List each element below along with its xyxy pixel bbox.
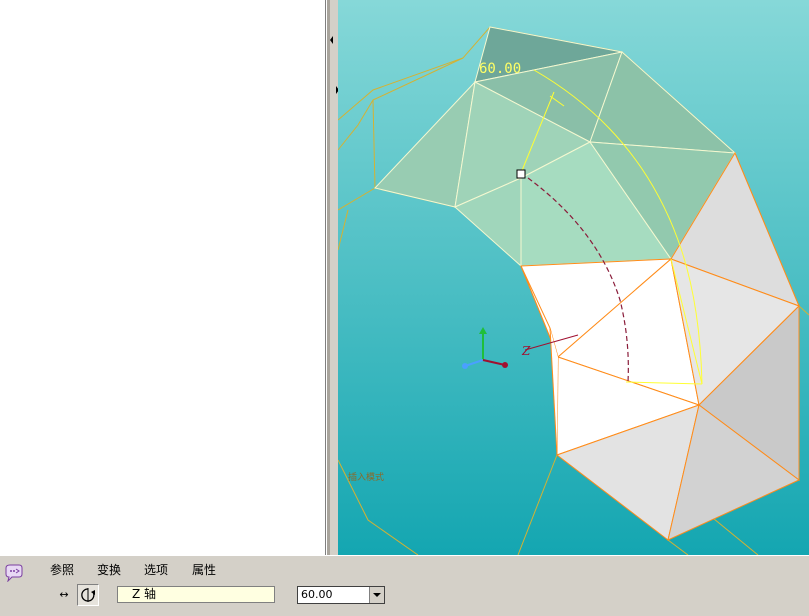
dashboard-toolbar: 参照 变换 选项 属性 ↔ Z 轴 60.00 [0,555,809,616]
model-tree-panel[interactable] [0,0,326,555]
tab-properties[interactable]: 属性 [192,561,216,578]
angle-value-dropdown[interactable]: 60.00 [297,586,385,604]
chevron-down-icon[interactable] [369,587,384,603]
graphics-viewport[interactable]: 60.00 Z 插入模式 [338,0,809,555]
dashboard-message-icon[interactable] [4,564,24,583]
tab-references[interactable]: 参照 [50,561,74,578]
mode-watermark: 插入模式 [348,471,384,483]
viewport-canvas[interactable]: 60.00 Z 插入模式 [338,0,809,555]
drag-handle[interactable] [516,169,526,179]
move-tool-icon[interactable]: ↔ [53,584,75,606]
panel-splitter[interactable] [326,0,339,555]
rotation-axis-collector[interactable]: Z 轴 [117,586,275,603]
tab-options[interactable]: 选项 [144,561,168,578]
tab-transform[interactable]: 变换 [97,561,121,578]
axis-label: Z [521,344,531,358]
collapse-left-icon [330,36,333,44]
rotate-tool-icon[interactable] [77,584,99,606]
angle-value[interactable]: 60.00 [301,588,333,602]
angle-dimension-label[interactable]: 60.00 [479,61,521,77]
